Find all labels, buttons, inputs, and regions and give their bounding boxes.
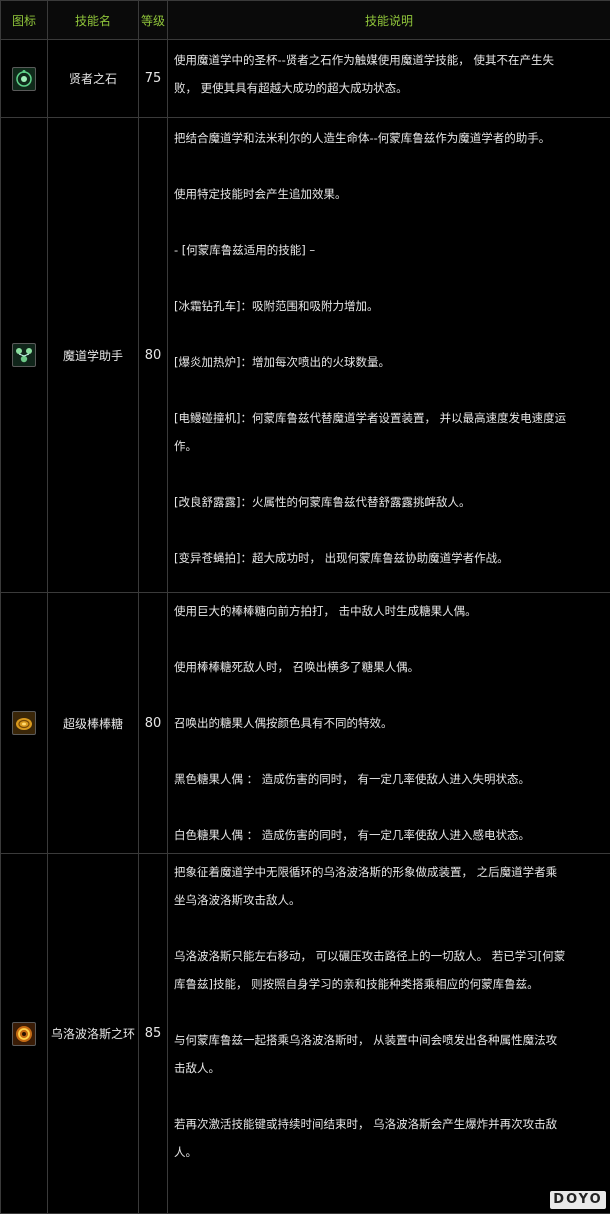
skill-description: 把结合魔道学和法米利尔的人造生命体--何蒙库鲁兹作为魔道学者的助手。 使用特定技…	[168, 118, 610, 593]
skill-name: 贤者之石	[48, 40, 139, 118]
philosopher-stone-icon	[12, 67, 36, 91]
watermark-logo: DOYO	[550, 1191, 606, 1209]
skill-description: 使用魔道学中的圣杯--贤者之石作为触媒使用魔道学技能， 使其不在产生失 败， 更…	[168, 40, 610, 118]
description-line	[174, 376, 610, 404]
description-line	[174, 914, 610, 942]
description-line: 使用棒棒糖死敌人时， 召唤出横多了糖果人偶。	[174, 653, 610, 681]
skill-name: 超级棒棒糖	[48, 593, 139, 854]
description-line: [变异苍蝇拍]：超大成功时， 出现何蒙库鲁兹协助魔道学者作战。	[174, 544, 610, 572]
description-line: 使用特定技能时会产生追加效果。	[174, 180, 610, 208]
super-lollipop-icon	[12, 711, 36, 735]
skill-description: 使用巨大的棒棒糖向前方拍打， 击中敌人时生成糖果人偶。 使用棒棒糖死敌人时， 召…	[168, 593, 610, 854]
description-line: 使用巨大的棒棒糖向前方拍打， 击中敌人时生成糖果人偶。	[174, 597, 610, 625]
description-line: 把结合魔道学和法米利尔的人造生命体--何蒙库鲁兹作为魔道学者的助手。	[174, 124, 610, 152]
header-level: 等级	[139, 1, 168, 40]
description-line: 败， 更使其具有超越大成功的超大成功状态。	[174, 74, 610, 102]
description-line: 与何蒙库鲁兹一起搭乘乌洛波洛斯时， 从装置中间会喷发出各种属性魔法攻	[174, 1026, 610, 1054]
skill-name: 乌洛波洛斯之环	[48, 854, 139, 1214]
description-line	[174, 681, 610, 709]
description-line: 人。	[174, 1138, 610, 1166]
description-line	[174, 625, 610, 653]
description-line: - [何蒙库鲁兹适用的技能] –	[174, 236, 610, 264]
description-line	[174, 208, 610, 236]
description-line: 作。	[174, 432, 610, 460]
description-line: [电鳗碰撞机]：何蒙库鲁兹代替魔道学者设置装置， 并以最高速度发电速度运	[174, 404, 610, 432]
description-line: 若再次激活技能键或持续时间结束时， 乌洛波洛斯会产生爆炸并再次攻击敌	[174, 1110, 610, 1138]
description-line: 使用魔道学中的圣杯--贤者之石作为触媒使用魔道学技能， 使其不在产生失	[174, 46, 610, 74]
description-line	[174, 998, 610, 1026]
description-line	[174, 460, 610, 488]
description-line: [冰霜钻孔车]：吸附范围和吸附力增加。	[174, 292, 610, 320]
description-line	[174, 516, 610, 544]
description-line	[174, 793, 610, 821]
skill-level: 80	[139, 118, 168, 593]
description-line: 坐乌洛波洛斯攻击敌人。	[174, 886, 610, 914]
description-line: 黑色糖果人偶 ： 造成伤害的同时， 有一定几率使敌人进入失明状态。	[174, 765, 610, 793]
description-line	[174, 264, 610, 292]
table-header: 图标 技能名 等级 技能说明	[1, 1, 610, 40]
skill-level: 75	[139, 40, 168, 118]
description-line	[174, 320, 610, 348]
homunculus-assistant-icon	[12, 343, 36, 367]
description-line: 白色糖果人偶 ： 造成伤害的同时， 有一定几率使敌人进入感电状态。	[174, 821, 610, 849]
description-line: [改良舒露露]：火属性的何蒙库鲁兹代替舒露露挑衅敌人。	[174, 488, 610, 516]
description-line	[174, 737, 610, 765]
description-line	[174, 1082, 610, 1110]
header-skill-name: 技能名	[48, 1, 139, 40]
skill-description: 把象征着魔道学中无限循环的乌洛波洛斯的形象做成装置， 之后魔道学者乘 坐乌洛波洛…	[168, 854, 610, 1214]
description-line: [爆炎加热炉]：增加每次喷出的火球数量。	[174, 348, 610, 376]
description-line	[174, 152, 610, 180]
description-line: 把象征着魔道学中无限循环的乌洛波洛斯的形象做成装置， 之后魔道学者乘	[174, 858, 610, 886]
description-line: 乌洛波洛斯只能左右移动， 可以碾压攻击路径上的一切敌人。 若已学习[何蒙	[174, 942, 610, 970]
description-line: 库鲁兹]技能， 则按照自身学习的亲和技能种类搭乘相应的何蒙库鲁兹。	[174, 970, 610, 998]
skill-row: 超级棒棒糖 80 使用巨大的棒棒糖向前方拍打， 击中敌人时生成糖果人偶。 使用棒…	[1, 593, 610, 854]
skill-level: 80	[139, 593, 168, 854]
ouroboros-ring-icon	[12, 1022, 36, 1046]
skill-row: 贤者之石 75 使用魔道学中的圣杯--贤者之石作为触媒使用魔道学技能， 使其不在…	[1, 40, 610, 118]
skill-table: 图标 技能名 等级 技能说明 贤者之石 75 使用魔道学中的圣杯--贤者之石作为…	[0, 0, 610, 1214]
header-description: 技能说明	[168, 1, 610, 40]
description-line: 召唤出的糖果人偶按颜色具有不同的特效。	[174, 709, 610, 737]
skill-name: 魔道学助手	[48, 118, 139, 593]
skill-row: 乌洛波洛斯之环 85 把象征着魔道学中无限循环的乌洛波洛斯的形象做成装置， 之后…	[1, 854, 610, 1214]
description-line: 击敌人。	[174, 1054, 610, 1082]
skill-row: 魔道学助手 80 把结合魔道学和法米利尔的人造生命体--何蒙库鲁兹作为魔道学者的…	[1, 118, 610, 593]
skill-level: 85	[139, 854, 168, 1214]
header-icon: 图标	[1, 1, 48, 40]
